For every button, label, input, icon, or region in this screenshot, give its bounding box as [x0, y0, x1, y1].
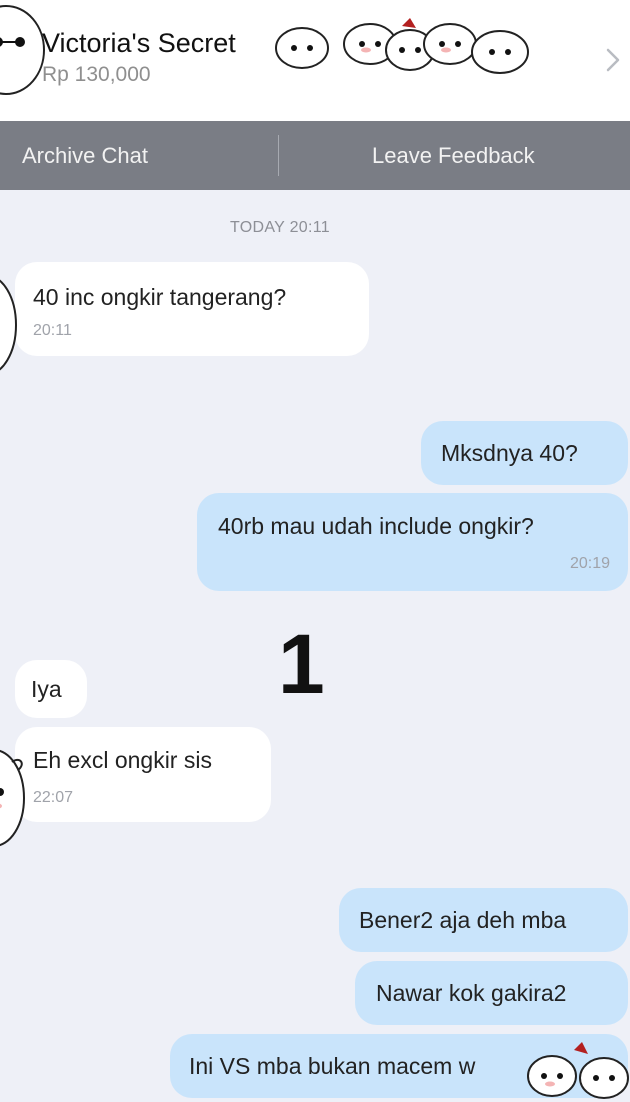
message-bubble-outgoing[interactable]: Nawar kok gakira2: [355, 961, 628, 1025]
message-time: 20:19: [569, 555, 610, 572]
message-text: Mksdnya 40?: [441, 440, 578, 466]
leave-feedback-button[interactable]: Leave Feedback: [372, 121, 535, 190]
message-bubble-incoming[interactable]: Iya: [15, 660, 87, 718]
chevron-right-icon[interactable]: [600, 44, 626, 76]
message-text: 40 inc ongkir tangerang?: [33, 284, 287, 310]
baymax-sticker-icon: [0, 279, 17, 371]
baymax-sticker-icon: [275, 18, 529, 74]
message-time: 20:11: [33, 322, 72, 339]
archive-chat-button[interactable]: Archive Chat: [22, 121, 148, 190]
baymax-sticker-icon: [527, 1042, 629, 1099]
message-bubble-incoming[interactable]: 40 inc ongkir tangerang? 20:11: [15, 262, 369, 356]
chat-header[interactable]: Victoria's Secret.. Rp 130,000: [0, 0, 630, 121]
message-bubble-outgoing[interactable]: 40rb mau udah include ongkir? 20:19: [197, 493, 628, 591]
baymax-sticker-icon: [0, 749, 25, 847]
message-text: Iya: [31, 676, 62, 702]
message-bubble-outgoing[interactable]: Bener2 aja deh mba: [339, 888, 628, 952]
message-time: 22:07: [33, 789, 74, 806]
listing-price: Rp 130,000: [42, 63, 151, 86]
message-text: Eh excl ongkir sis: [33, 747, 212, 773]
toolbar-divider: [278, 135, 279, 176]
message-text: 40rb mau udah include ongkir?: [218, 513, 534, 539]
baymax-sticker-icon: [0, 5, 45, 95]
message-text: Ini VS mba bukan macem w: [189, 1053, 476, 1079]
message-bubble-outgoing[interactable]: Mksdnya 40?: [421, 421, 628, 485]
date-separator: TODAY 20:11: [230, 219, 330, 236]
message-text: Bener2 aja deh mba: [359, 907, 567, 933]
message-bubble-incoming[interactable]: Eh excl ongkir sis 22:07: [15, 727, 271, 822]
annotation-number: 1: [278, 617, 325, 711]
message-text: Nawar kok gakira2: [376, 980, 567, 1006]
chat-action-bar: Archive Chat Leave Feedback: [0, 121, 630, 190]
listing-title-text: Victoria's Secret: [42, 28, 236, 58]
